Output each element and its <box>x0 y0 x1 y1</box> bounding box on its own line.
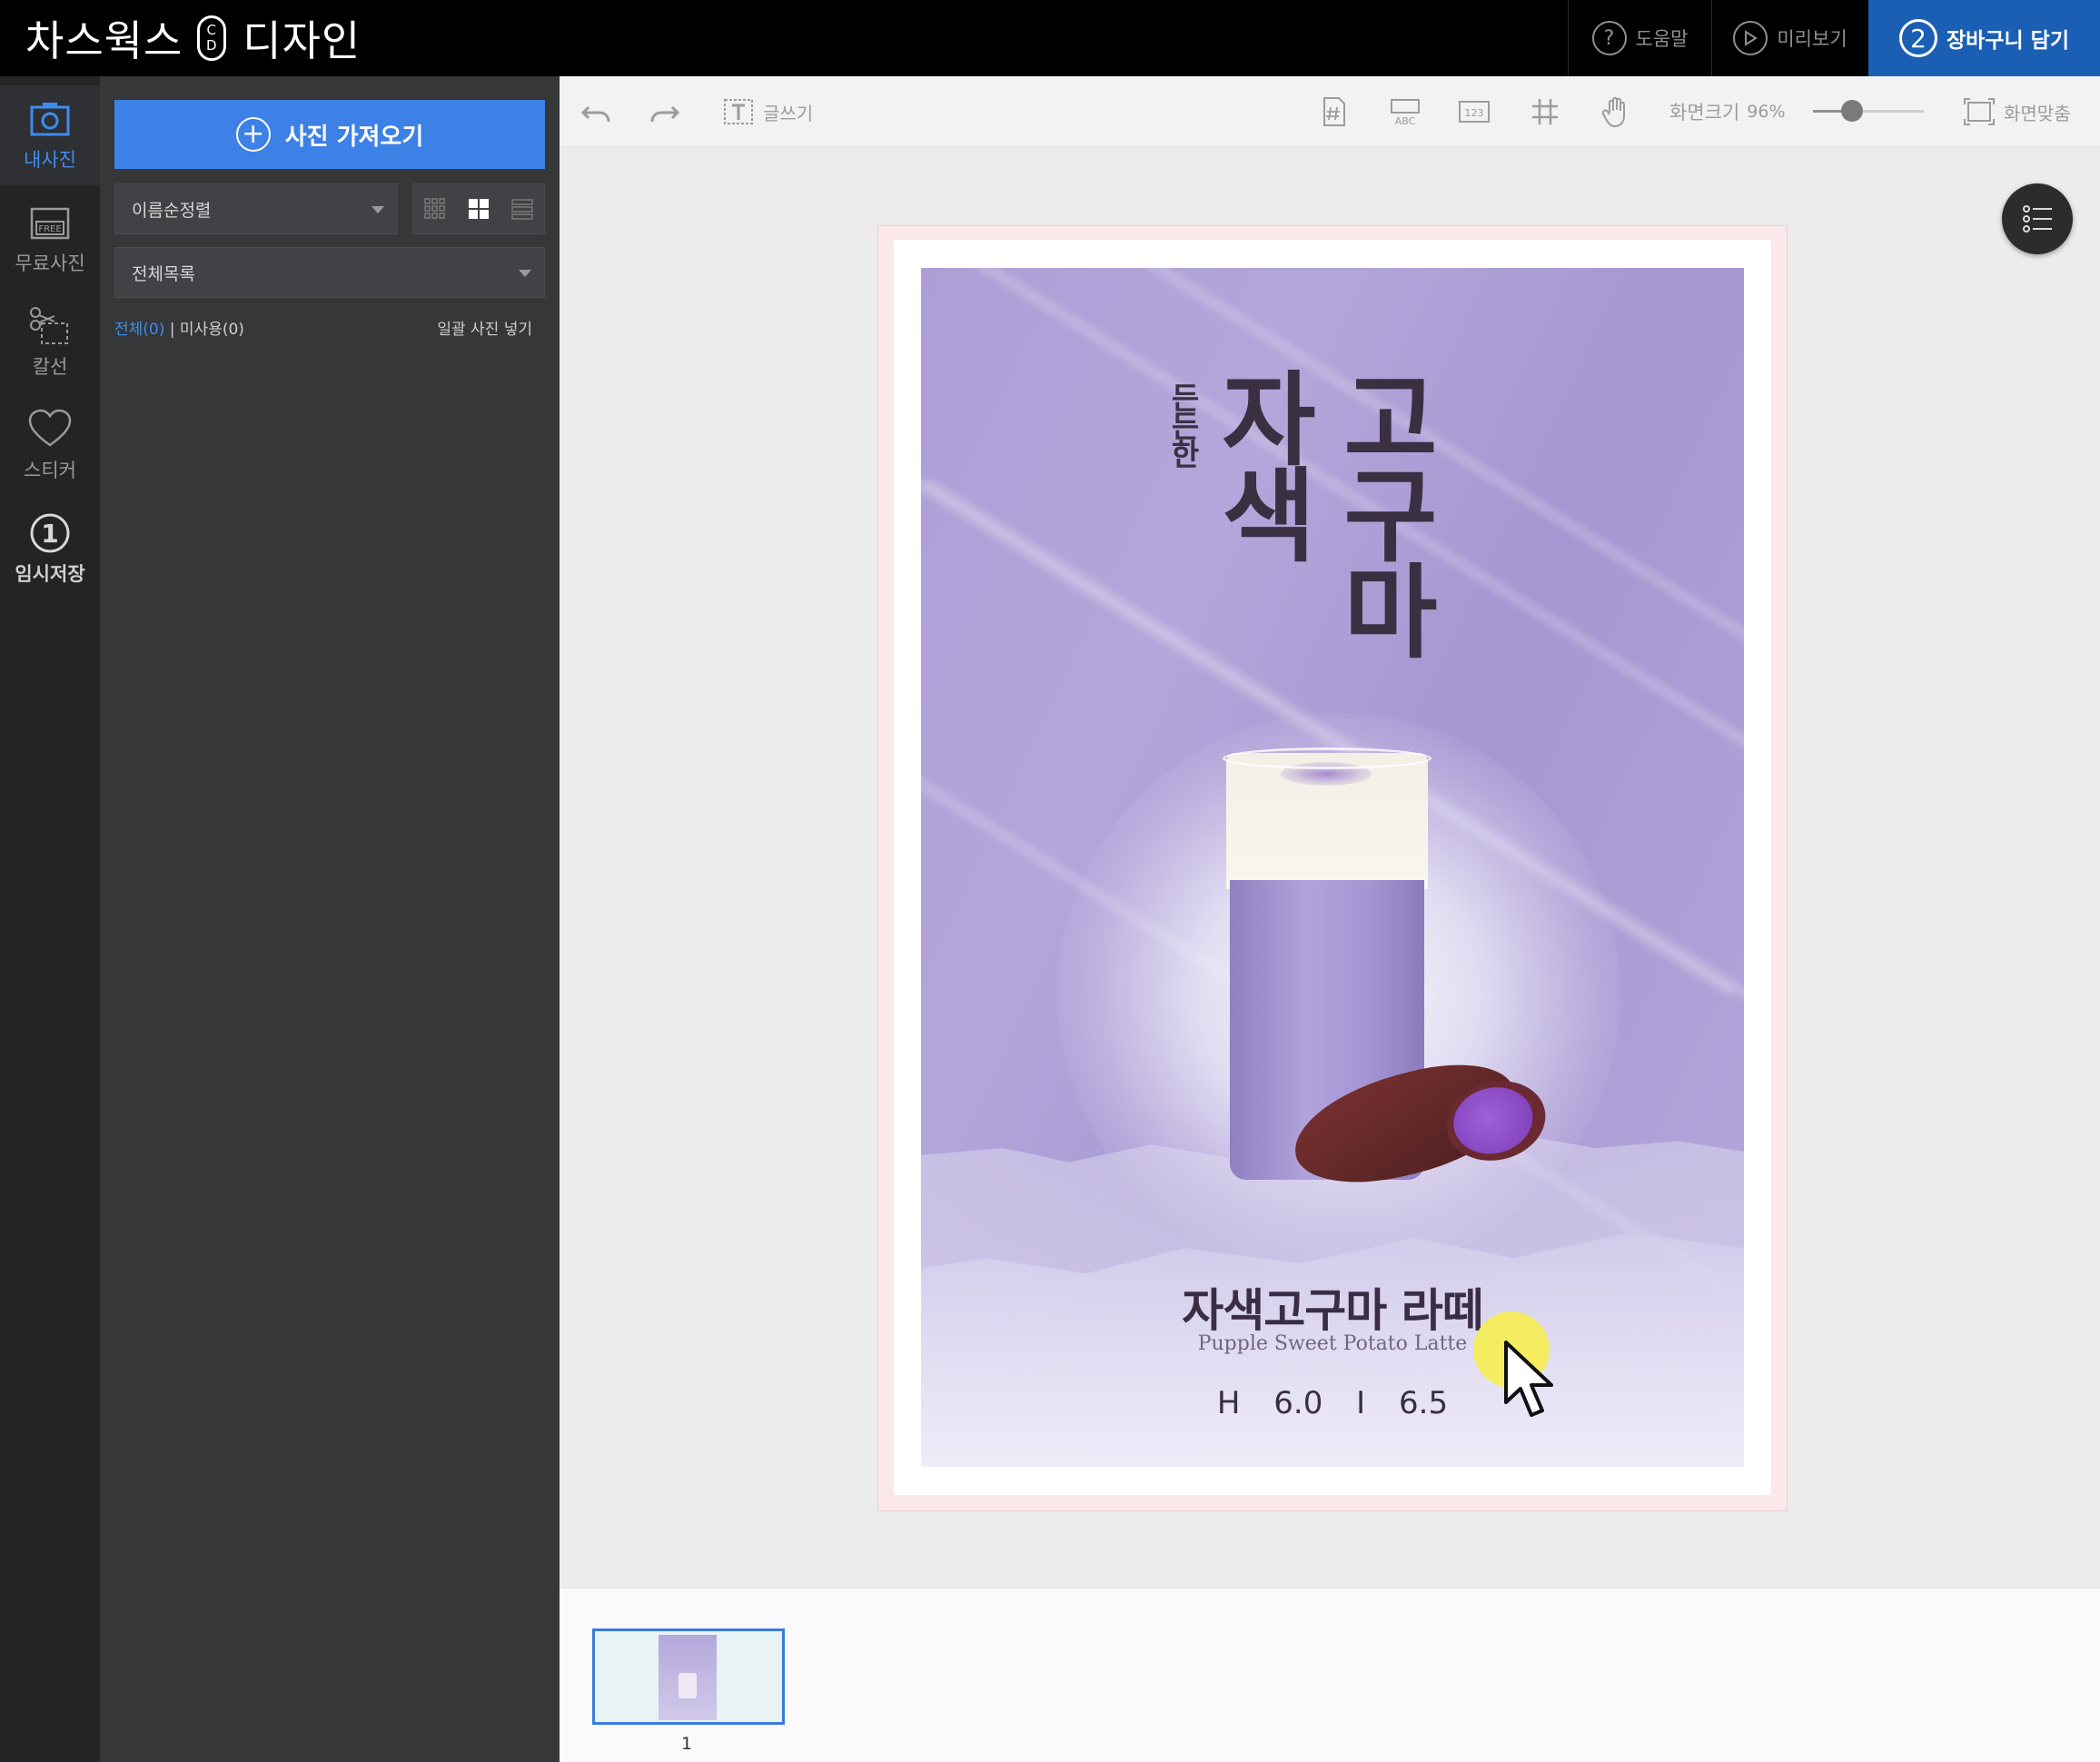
photo-panel: + 사진 가져오기 이름순정렬 전체목록 전체(0) | 미사용(0) 일괄 사… <box>100 76 560 1762</box>
small-grid-icon[interactable] <box>423 197 447 221</box>
chevron-down-icon <box>371 206 384 213</box>
zoom-label: 화면크기 96% <box>1669 76 1786 147</box>
zoom-value: 96% <box>1747 102 1786 122</box>
play-icon <box>1733 21 1768 55</box>
hand-icon <box>1601 96 1625 128</box>
canvas-workspace: 글쓰기 ABC 123 화면크기 96% 화면맞춤 고구마 자색 든든한 자색고… <box>560 76 2100 1588</box>
app-logo: 차스웍스 C D 디자인 <box>25 9 361 67</box>
question-icon: ? <box>1591 21 1627 55</box>
step-one-icon: 1 <box>30 513 70 553</box>
price-hot: H 6.0 <box>1216 1385 1323 1421</box>
import-label: 사진 가져오기 <box>284 123 424 151</box>
rail-label: 칼선 <box>32 356 68 378</box>
zoom-slider[interactable] <box>1813 100 1924 122</box>
number-button[interactable]: 123 <box>1457 76 1491 147</box>
folder-value: 전체목록 <box>132 263 195 284</box>
filter-unused[interactable]: 미사용(0) <box>180 321 244 339</box>
plus-icon: + <box>235 117 271 152</box>
svg-text:123: 123 <box>1465 107 1484 119</box>
poster-product-title[interactable]: 자색고구마 라떼 <box>921 1274 1744 1340</box>
editor-toolbar: 글쓰기 ABC 123 화면크기 96% 화면맞춤 <box>560 76 2100 147</box>
brand-suffix: 디자인 <box>243 16 362 65</box>
heart-icon <box>28 409 72 447</box>
poster-artboard[interactable]: 고구마 자색 든든한 자색고구마 라떼 Pupple Sweet Potato … <box>921 268 1744 1467</box>
grid-icon <box>1532 99 1558 124</box>
undo-button[interactable] <box>579 76 614 147</box>
zoom-text: 화면크기 <box>1669 102 1740 124</box>
rail-label: 내사진 <box>24 149 76 171</box>
preview-button[interactable]: 미리보기 <box>1711 0 1868 76</box>
layer-menu-button[interactable] <box>2002 183 2073 254</box>
poster-vertical-tagline[interactable]: 든든한 <box>1161 382 1204 467</box>
sort-value: 이름순정렬 <box>132 200 212 221</box>
svg-text:1: 1 <box>41 519 58 549</box>
top-bar: 차스웍스 C D 디자인 ? 도움말 미리보기 2 장바구니 담기 <box>0 0 2100 76</box>
text-box-icon <box>724 99 753 124</box>
photo-counts: 전체(0) | 미사용(0) <box>114 316 244 339</box>
step-two-icon: 2 <box>1899 19 1938 57</box>
svg-text:FREE: FREE <box>38 224 61 234</box>
large-grid-icon[interactable] <box>467 197 490 221</box>
poster-vertical-title-1[interactable]: 자색 <box>1199 366 1321 559</box>
rail-label: 무료사진 <box>15 252 85 274</box>
folder-select[interactable]: 전체목록 <box>114 247 545 298</box>
text-tool-button[interactable]: 글쓰기 <box>721 76 813 147</box>
help-label: 도움말 <box>1635 28 1689 50</box>
rail-label: 스티커 <box>24 460 76 481</box>
scissors-icon <box>30 307 68 344</box>
cart-label: 장바구니 담기 <box>1946 29 2069 53</box>
text-tool-label: 글쓰기 <box>763 102 814 124</box>
camera-icon <box>30 103 70 136</box>
hashtag-page-button[interactable] <box>1317 76 1352 147</box>
redo-button[interactable] <box>647 76 681 147</box>
rail-item-free-photos[interactable]: FREE 무료사진 <box>0 189 100 289</box>
zoom-slider-handle[interactable] <box>1840 100 1863 122</box>
list-menu-icon <box>2023 205 2052 233</box>
rail-item-cutline[interactable]: 칼선 <box>0 292 100 392</box>
filter-all[interactable]: 전체(0) <box>114 321 164 339</box>
poster-product-subtitle[interactable]: Pupple Sweet Potato Latte <box>921 1332 1744 1355</box>
list-view-icon[interactable] <box>510 197 534 221</box>
sort-select[interactable]: 이름순정렬 <box>114 183 398 234</box>
bulk-insert-link[interactable]: 일괄 사진 넣기 <box>437 316 532 339</box>
fit-screen-button[interactable]: 화면맞춤 <box>1962 76 2071 147</box>
page-hash-icon <box>1323 97 1345 126</box>
svg-text:ABC: ABC <box>1395 115 1416 127</box>
add-to-cart-button[interactable]: 2 장바구니 담기 <box>1868 0 2100 76</box>
abc-icon: ABC <box>1391 99 1420 127</box>
view-mode-switcher <box>412 183 545 234</box>
rail-label: 임시저장 <box>15 563 85 585</box>
poster-price[interactable]: H 6.0 I 6.5 <box>921 1385 1744 1421</box>
preview-label: 미리보기 <box>1777 28 1847 50</box>
grid-toggle-button[interactable] <box>1528 76 1562 147</box>
rail-item-sticker[interactable]: 스티커 <box>0 396 100 496</box>
number-box-icon: 123 <box>1459 101 1490 123</box>
page-number: 1 <box>681 1734 693 1754</box>
poster-vertical-title-2[interactable]: 고구마 <box>1321 366 1442 655</box>
redo-icon <box>650 105 680 123</box>
help-button[interactable]: ? 도움말 <box>1568 0 1711 76</box>
abc-text-button[interactable]: ABC <box>1388 76 1422 147</box>
import-photo-button[interactable]: + 사진 가져오기 <box>114 100 545 169</box>
undo-icon <box>580 105 610 123</box>
mouse-cursor-icon <box>1504 1341 1553 1417</box>
pan-tool-button[interactable] <box>1599 76 1633 147</box>
cd-logo-icon: C D <box>197 15 227 61</box>
rail-item-my-photos[interactable]: 내사진 <box>0 85 100 185</box>
rail-item-temp-save[interactable]: 1 임시저장 <box>0 500 100 599</box>
price-ice: I 6.5 <box>1356 1385 1449 1421</box>
brand-name: 차스웍스 <box>25 16 183 65</box>
thumbnail-preview <box>659 1635 717 1720</box>
page-thumbnail[interactable] <box>592 1628 785 1725</box>
left-rail: 내사진 FREE 무료사진 칼선 스티커 1 임시저장 <box>0 76 100 1762</box>
free-photo-icon: FREE <box>30 207 70 240</box>
count-separator: | <box>169 321 175 339</box>
fit-screen-icon <box>1964 98 1995 125</box>
fit-screen-label: 화면맞춤 <box>2004 102 2071 124</box>
chevron-down-icon <box>519 270 531 277</box>
page-thumbnail-strip: 1 <box>560 1588 2100 1762</box>
